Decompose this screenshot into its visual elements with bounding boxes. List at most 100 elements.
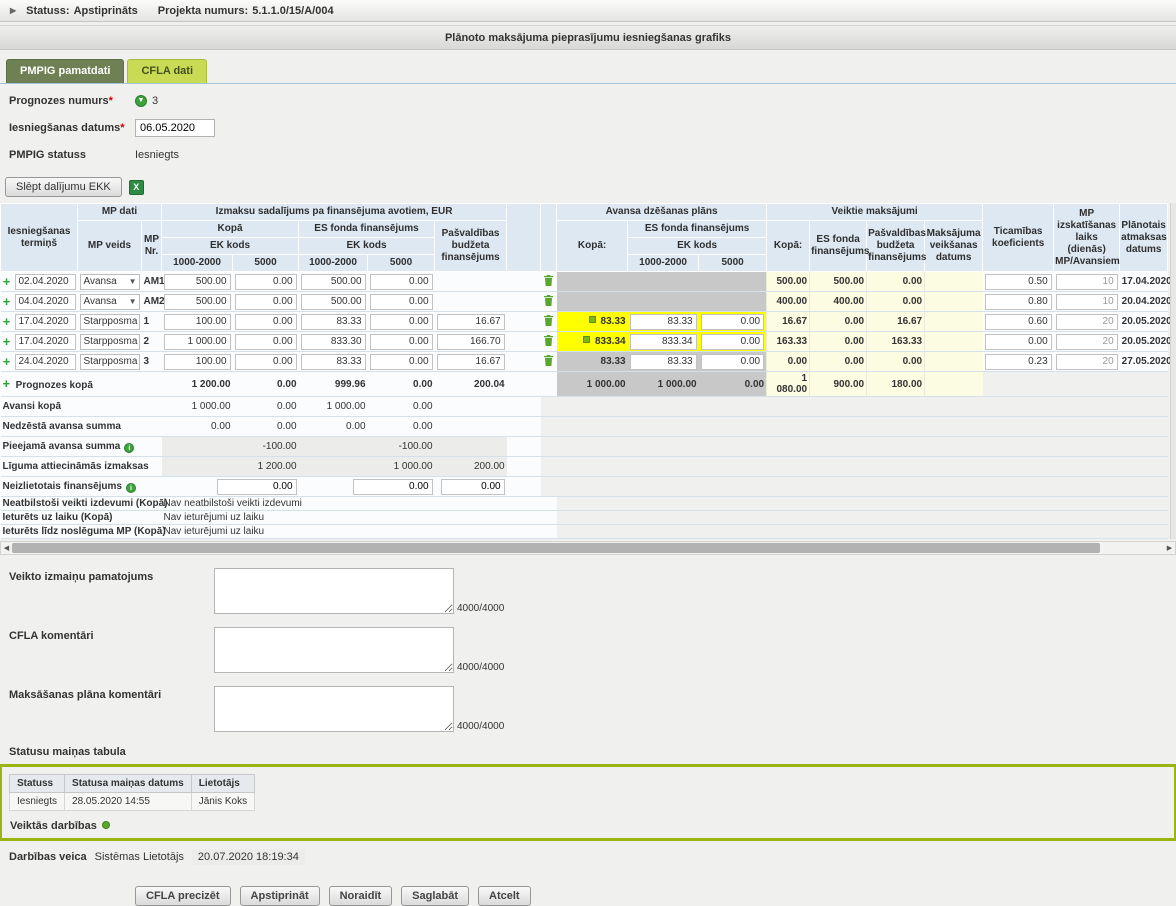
total-veiktie-pasvaldibas: 180.00 xyxy=(867,372,925,397)
delete-row-icon[interactable] xyxy=(544,335,553,346)
ticamibas-input[interactable] xyxy=(985,294,1052,310)
mp-veids-select[interactable]: Starpposma▼ xyxy=(80,354,140,370)
atcelt-button[interactable]: Atcelt xyxy=(478,886,531,906)
izskatisanas-input[interactable] xyxy=(1056,314,1118,330)
info-icon[interactable]: i xyxy=(126,483,136,493)
ticamibas-input[interactable] xyxy=(985,334,1052,350)
es-5000-input[interactable] xyxy=(370,354,433,370)
avansa-5000-input[interactable] xyxy=(701,314,765,330)
izskatisanas-input[interactable] xyxy=(1056,354,1118,370)
avansa-1000-input[interactable] xyxy=(630,314,697,330)
avansa-kopa-cell xyxy=(557,292,628,312)
es-1000-input[interactable] xyxy=(301,274,366,290)
delete-row-icon[interactable] xyxy=(544,275,553,286)
mp-veids-select[interactable]: Avansa▼ xyxy=(80,274,140,290)
add-row-icon[interactable]: + xyxy=(3,274,11,289)
pasvaldibas-input[interactable] xyxy=(437,354,505,370)
es-5000-input[interactable] xyxy=(370,334,433,350)
scroll-right-icon[interactable]: ▶ xyxy=(1164,544,1175,552)
chevron-down-icon: ▼ xyxy=(137,317,139,326)
kopa-1000-input[interactable] xyxy=(164,354,231,370)
izskatisanas-input[interactable] xyxy=(1056,274,1118,290)
hide-ekk-button[interactable]: Slēpt dalījumu EKK xyxy=(5,177,122,197)
veikto-izmainu-textarea[interactable] xyxy=(214,568,454,614)
spacer-cell xyxy=(507,352,541,372)
info-icon[interactable]: i xyxy=(124,443,134,453)
col-header-pasvaldibas: Pašvaldības budžeta finansējums xyxy=(435,221,507,272)
es-1000-input[interactable] xyxy=(301,354,366,370)
add-row-icon[interactable]: + xyxy=(3,294,11,309)
add-row-icon[interactable]: + xyxy=(3,314,11,329)
es-5000-input[interactable] xyxy=(370,274,433,290)
pasvaldibas-input[interactable] xyxy=(437,314,505,330)
avansa-5000-input[interactable] xyxy=(701,354,765,370)
expand-arrow-icon[interactable]: ▶ xyxy=(10,6,16,15)
add-row-icon[interactable]: + xyxy=(3,354,11,369)
prognozes-numurs-row: Prognozes numurs* ▼ 3 xyxy=(9,92,1176,110)
es-5000-input[interactable] xyxy=(370,314,433,330)
izskatisanas-input[interactable] xyxy=(1056,334,1118,350)
comment-indicator-icon[interactable] xyxy=(583,336,590,343)
totals-label: Nedzēstā avansa summa xyxy=(1,417,162,437)
scroll-left-icon[interactable]: ◀ xyxy=(1,544,12,552)
info-dot-icon[interactable] xyxy=(102,821,110,829)
horizontal-scrollbar[interactable]: ◀ ▶ xyxy=(0,541,1176,555)
add-row-icon[interactable]: + xyxy=(3,376,11,391)
maksasanas-komentari-textarea[interactable] xyxy=(214,686,454,732)
tab-cfla-dati[interactable]: CFLA dati xyxy=(127,59,207,83)
termins-date-input[interactable] xyxy=(15,334,76,350)
kopa-5000-input[interactable] xyxy=(235,274,297,290)
scrollbar-thumb[interactable] xyxy=(12,543,1100,553)
tab-pmpig-pamatdati[interactable]: PMPIG pamatdati xyxy=(6,59,124,83)
mp-veids-select[interactable]: Avansa▼ xyxy=(80,294,140,310)
ticamibas-input[interactable] xyxy=(985,354,1052,370)
kopa-5000-input[interactable] xyxy=(235,354,297,370)
veiktie-kopa-cell: 400.00 xyxy=(767,292,810,312)
es-5000-input[interactable] xyxy=(370,294,433,310)
neizlietotais-es-input[interactable] xyxy=(353,479,433,495)
cfla-komentari-textarea[interactable] xyxy=(214,627,454,673)
es-1000-input[interactable] xyxy=(301,334,366,350)
noraidit-button[interactable]: Noraidīt xyxy=(329,886,393,906)
kopa-1000-input[interactable] xyxy=(164,334,231,350)
avansa-1000-input[interactable] xyxy=(630,354,697,370)
kopa-1000-input[interactable] xyxy=(164,274,231,290)
delete-row-icon[interactable] xyxy=(544,355,553,366)
pasvaldibas-input[interactable] xyxy=(437,334,505,350)
neizlietotais-kopa-input[interactable] xyxy=(217,479,297,495)
kopa-5000-input[interactable] xyxy=(235,334,297,350)
ticamibas-input[interactable] xyxy=(985,274,1052,290)
termins-date-input[interactable] xyxy=(15,314,76,330)
comment-indicator-icon[interactable] xyxy=(589,316,596,323)
kopa-5000-input[interactable] xyxy=(235,294,297,310)
excel-export-icon[interactable]: X xyxy=(129,180,144,195)
mp-veids-select[interactable]: Starpposma▼ xyxy=(80,314,140,330)
izskatisanas-input[interactable] xyxy=(1056,294,1118,310)
cfla-precizet-button[interactable]: CFLA precizēt xyxy=(135,886,231,906)
avansa-1000-input[interactable] xyxy=(630,334,697,350)
avansa-5000-cell xyxy=(699,292,767,312)
termins-date-input[interactable] xyxy=(15,294,76,310)
neizlietotais-pasvaldibas-input[interactable] xyxy=(441,479,505,495)
history-expand-icon[interactable]: ▼ xyxy=(135,95,147,107)
mp-veids-select[interactable]: Starpposma▼ xyxy=(80,334,140,350)
kopa-5000-input[interactable] xyxy=(235,314,297,330)
project-number-value: 5.1.1.0/15/A/004 xyxy=(252,5,333,17)
es-1000-input[interactable] xyxy=(301,294,366,310)
kopa-1000-input[interactable] xyxy=(164,314,231,330)
apstiprinat-button[interactable]: Apstiprināt xyxy=(240,886,320,906)
page-title: Plānoto maksājuma pieprasījumu iesniegša… xyxy=(445,32,731,44)
kopa-1000-input[interactable] xyxy=(164,294,231,310)
saglabat-button[interactable]: Saglabāt xyxy=(401,886,469,906)
chevron-down-icon: ▼ xyxy=(129,277,137,286)
termins-date-input[interactable] xyxy=(15,354,76,370)
ticamibas-input[interactable] xyxy=(985,314,1052,330)
delete-row-icon[interactable] xyxy=(544,295,553,306)
vertical-scrollbar[interactable] xyxy=(1170,203,1176,539)
termins-date-input[interactable] xyxy=(15,274,76,290)
delete-row-icon[interactable] xyxy=(544,315,553,326)
iesniegsanas-datums-input[interactable] xyxy=(135,119,215,137)
add-row-icon[interactable]: + xyxy=(3,334,11,349)
es-1000-input[interactable] xyxy=(301,314,366,330)
avansa-5000-input[interactable] xyxy=(701,334,765,350)
